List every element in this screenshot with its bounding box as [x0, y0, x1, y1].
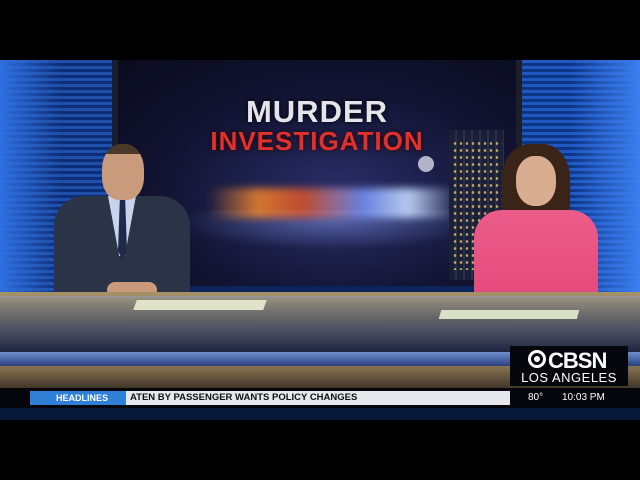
logo-city: LOS ANGELES — [521, 370, 617, 385]
ticker-text: ATEN BY PASSENGER WANTS POLICY CHANGES — [126, 391, 510, 405]
female-anchor-face — [516, 156, 556, 206]
male-anchor — [52, 144, 192, 304]
cbs-eye-icon — [528, 350, 546, 368]
desk-papers-right — [438, 310, 580, 319]
male-anchor-head — [102, 144, 144, 200]
moon-graphic — [418, 156, 434, 172]
female-anchor — [470, 144, 600, 306]
news-ticker: HEADLINES ATEN BY PASSENGER WANTS POLICY… — [0, 388, 640, 408]
headline-murder: MURDER — [245, 94, 389, 129]
broadcast-frame: MURDER INVESTIGATION CBSN LOS ANGELES HE… — [0, 60, 640, 420]
police-lights-graphic — [208, 188, 458, 218]
cbsn-logo: CBSN LOS ANGELES — [510, 346, 628, 386]
ticker-temperature: 80° — [528, 392, 544, 403]
desk-papers-left — [133, 300, 267, 310]
ticker-label: HEADLINES — [30, 391, 126, 405]
ticker-time: 10:03 PM — [562, 392, 605, 403]
